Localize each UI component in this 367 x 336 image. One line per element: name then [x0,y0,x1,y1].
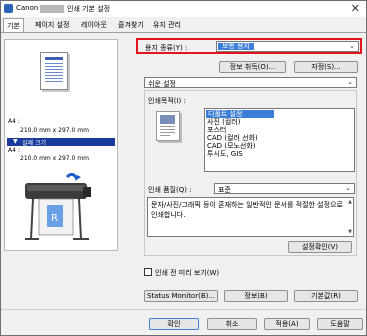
defaults-button[interactable]: 기본값(R) [294,290,358,302]
close-icon[interactable]: ✕ [351,2,360,15]
list-item[interactable]: 포스터 [207,126,226,134]
apply-button[interactable]: 적용(A) [264,318,310,330]
arrow-down-icon: ▼ [13,138,18,145]
paper-size-summary: A4 : 210.0 mm x 297.0 mm ▼ 실제 크기 A4 : 21… [7,117,115,162]
chevron-down-icon: ⌄ [349,42,355,50]
scroll-up-icon[interactable]: ▲ [348,199,352,205]
canon-printer-icon [4,4,13,13]
setting-mode-dropdown[interactable]: 쉬운 설정 ⌄ [144,77,357,88]
input-size-label: A4 : [8,118,20,125]
redacted-model-name [40,5,64,13]
page-preview-icon [40,52,68,90]
chevron-down-icon: ⌄ [347,78,353,86]
chevron-down-icon: ⌄ [345,184,351,192]
print-target-list[interactable]: 디폴트 설정 사진 (컬러) 포스터 CAD (컬러 선화) CAD (모노선화… [204,108,355,172]
output-size-dims: 210.0 mm x 297.0 mm [20,155,89,162]
preview-panel: A4 : 210.0 mm x 297.0 mm ▼ 실제 크기 A4 : 21… [4,39,118,251]
footer-divider [1,309,366,310]
scaling-mode-label: 실제 크기 [22,140,46,147]
preview-before-print-label: 인쇄 전 미리 보기(W) [155,269,220,277]
tab-maintenance[interactable]: 유지 관리 [153,20,181,30]
output-size-label: A4 : [8,147,20,154]
status-monitor-button[interactable]: Status Monitor(B)... [144,290,218,302]
large-format-printer-icon: R [25,172,91,240]
get-info-button[interactable]: 정보 취득(O)... [219,61,286,73]
print-target-label: 인쇄목적(I) : [148,97,186,105]
quality-description-text: 문자/사진/그래픽 등이 혼재하는 일반적인 문서를 적절한 설정으로 인쇄합니… [151,201,343,219]
print-quality-label: 인쇄 품질(Q) : [148,186,192,194]
tab-layout[interactable]: 레이아웃 [81,20,107,30]
confirm-settings-button[interactable]: 설정확인(V) [288,241,352,253]
list-item[interactable]: 사진 (컬러) [207,118,240,126]
tab-basic[interactable]: 기본 [3,18,24,32]
list-item[interactable]: 디폴트 설정 [206,110,274,118]
media-type-value: 보통 용지 [218,43,254,50]
setting-mode-value: 쉬운 설정 [148,80,176,88]
print-quality-value: 표준 [218,186,231,194]
tab-favorites[interactable]: 즐겨찾기 [118,20,144,30]
detail-settings-button[interactable]: 자정(S)... [294,61,358,73]
print-quality-dropdown[interactable]: 표준 ⌄ [214,183,355,194]
help-button[interactable]: 도움말 [317,318,363,330]
preview-before-print-checkbox[interactable] [144,268,152,276]
ok-button[interactable]: 확인 [149,318,199,330]
list-item[interactable]: CAD (모노선화) [207,142,256,150]
list-item[interactable]: CAD (컬러 선화) [207,134,258,142]
input-size-dims: 210.0 mm x 297.0 mm [20,127,89,134]
print-target-thumbnail [156,111,180,141]
tab-bar: 기본 페이지 설정 레이아웃 즐겨찾기 유지 관리 [1,18,366,33]
list-item[interactable]: 투시도, GIS [207,150,243,158]
window-title-brand: Canon [16,4,39,12]
svg-text:R: R [51,213,58,224]
quality-description-box: 문자/사진/그래픽 등이 혼재하는 일반적인 문서를 적절한 설정으로 인쇄합니… [147,197,354,237]
printing-preferences-window: Canon 인쇄 기본 설정 ✕ 기본 페이지 설정 레이아웃 즐겨찾기 유지 … [0,0,367,336]
title-bar: Canon 인쇄 기본 설정 ✕ [1,1,366,17]
media-type-label: 용지 종류(Y) : [145,44,188,52]
window-title-suffix: 인쇄 기본 설정 [67,5,111,13]
media-type-dropdown[interactable]: 보통 용지 ⌄ [216,41,359,52]
tab-page-setup[interactable]: 페이지 설정 [35,20,69,30]
cancel-button[interactable]: 취소 [207,318,257,330]
scroll-down-icon[interactable]: ▼ [348,229,352,235]
info-button[interactable]: 정보(B) [224,290,288,302]
